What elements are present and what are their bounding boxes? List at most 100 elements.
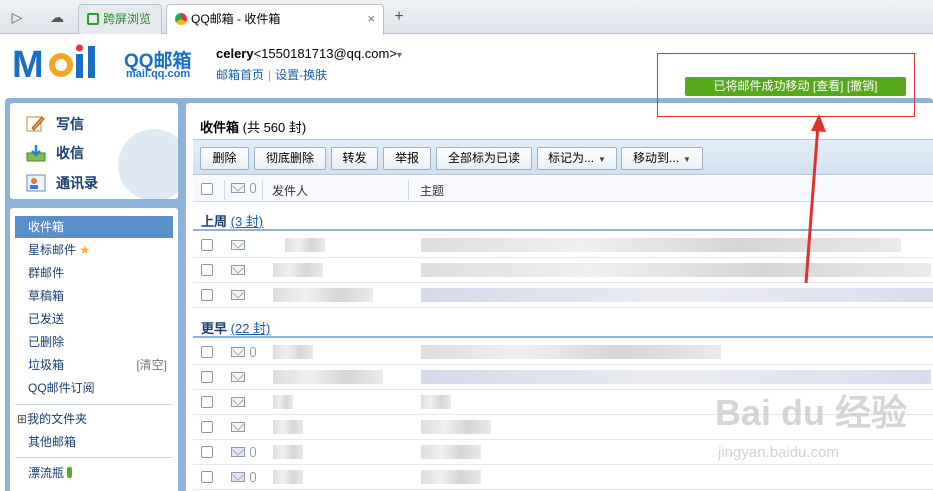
chevron-down-icon[interactable]: ▾ <box>397 50 402 61</box>
folder-inbox[interactable]: 收件箱 <box>15 216 173 238</box>
table-row[interactable] <box>193 340 933 365</box>
folder-label: 垃圾箱 <box>28 358 65 372</box>
contacts-button[interactable]: 通讯录 <box>26 172 98 194</box>
row-checkbox[interactable] <box>201 421 213 433</box>
folder-my-folders[interactable]: ⊞我的文件夹 <box>15 408 173 430</box>
mark-as-label: 标记为... <box>548 151 595 165</box>
blurred-sender <box>273 395 293 409</box>
group-count-link[interactable]: (3 封) <box>231 214 264 229</box>
divider <box>224 180 225 200</box>
brand-domain: mail.qq.com <box>126 68 191 80</box>
purge-button[interactable]: 彻底删除 <box>254 147 326 170</box>
svg-text:M: M <box>12 44 44 84</box>
skin-link[interactable]: 换肤 <box>303 68 327 82</box>
move-success-notice: 已将邮件成功移动 [查看] [撤销] <box>685 77 906 96</box>
envelope-icon <box>231 397 245 407</box>
table-row[interactable] <box>193 283 933 308</box>
bottle-icon <box>67 467 73 478</box>
baidu-watermark-url: jingyan.baidu.com <box>718 444 839 461</box>
contacts-icon <box>26 174 46 192</box>
user-account[interactable]: celery<1550181713@qq.com>▾ <box>216 46 402 61</box>
folder-starred[interactable]: 星标邮件 ★ <box>15 239 173 261</box>
compose-label: 写信 <box>56 116 84 132</box>
blurred-subject <box>421 445 481 459</box>
phone-icon <box>87 13 99 25</box>
folder-deleted[interactable]: 已删除 <box>15 331 173 353</box>
mark-all-read-button[interactable]: 全部标为已读 <box>436 147 532 170</box>
close-tab-icon[interactable]: × <box>367 5 375 33</box>
user-nav: 邮箱首页 | 设置-换肤 <box>216 66 327 83</box>
envelope-icon <box>231 290 245 300</box>
row-checkbox[interactable] <box>201 346 213 358</box>
mark-as-dropdown[interactable]: 标记为... ▼ <box>537 147 617 170</box>
folder-label: 已发送 <box>28 312 65 326</box>
report-button[interactable]: 举报 <box>383 147 431 170</box>
baidu-watermark: Bai du 经验 <box>715 392 908 433</box>
group-count-link[interactable]: (22 封) <box>231 321 271 336</box>
compose-button[interactable]: 写信 <box>26 113 84 135</box>
new-tab-button[interactable]: + <box>388 6 410 28</box>
folder-label: 我的文件夹 <box>27 412 88 426</box>
blurred-sender <box>273 370 383 384</box>
forwarded-envelope-icon <box>231 447 245 457</box>
table-row[interactable] <box>193 258 933 283</box>
mailbox-home-link[interactable]: 邮箱首页 <box>216 68 264 82</box>
move-to-label: 移动到... <box>633 151 680 165</box>
receive-label: 收信 <box>56 145 84 161</box>
row-checkbox[interactable] <box>201 446 213 458</box>
folder-subscriptions[interactable]: QQ邮件订阅 <box>15 377 173 399</box>
sidebar-toggle-icon[interactable]: ▷ <box>6 7 28 27</box>
folder-spam[interactable]: 垃圾箱 [清空] <box>15 354 173 376</box>
receive-button[interactable]: 收信 <box>26 142 84 164</box>
row-checkbox[interactable] <box>201 239 213 251</box>
blurred-subject <box>421 263 931 277</box>
column-subject[interactable]: 主题 <box>420 182 444 199</box>
envelope-icon <box>231 347 245 357</box>
folder-label: 群邮件 <box>28 266 65 280</box>
blurred-subject <box>421 370 931 384</box>
folder-drafts[interactable]: 草稿箱 <box>15 285 173 307</box>
move-to-dropdown[interactable]: 移动到... ▼ <box>621 147 703 170</box>
row-checkbox[interactable] <box>201 396 213 408</box>
folder-label: 其他邮箱 <box>28 435 77 449</box>
browser-logo-icon <box>175 13 187 25</box>
blurred-subject <box>421 345 721 359</box>
folder-drift-bottle[interactable]: 漂流瓶 <box>15 462 173 484</box>
browser-tab-bar: ▷ ☁ 跨屏浏览 QQ邮箱 - 收件箱 × + <box>0 0 933 35</box>
blurred-sender <box>285 238 325 252</box>
attachment-icon <box>250 472 256 482</box>
table-row[interactable] <box>193 465 933 490</box>
row-checkbox[interactable] <box>201 371 213 383</box>
attachment-icon <box>250 183 256 193</box>
folder-group-mail[interactable]: 群邮件 <box>15 262 173 284</box>
row-checkbox[interactable] <box>201 471 213 483</box>
group-earlier: 更早 (22 封) <box>201 318 270 337</box>
row-checkbox[interactable] <box>201 289 213 301</box>
folder-label: 收件箱 <box>28 220 65 234</box>
folder-sent[interactable]: 已发送 <box>15 308 173 330</box>
cloud-icon[interactable]: ☁ <box>46 7 68 27</box>
table-row[interactable] <box>193 233 933 258</box>
tab-cross-screen[interactable]: 跨屏浏览 <box>78 4 162 34</box>
select-all-checkbox[interactable] <box>201 183 213 195</box>
blurred-sender <box>273 263 323 277</box>
folder-other-mail[interactable]: 其他邮箱 <box>15 431 173 453</box>
folder-label: 漂流瓶 <box>28 466 65 480</box>
receive-icon <box>26 145 46 162</box>
row-checkbox[interactable] <box>201 264 213 276</box>
group-label: 上周 <box>201 214 228 229</box>
tab-qq-mail[interactable]: QQ邮箱 - 收件箱 × <box>166 4 384 35</box>
expand-icon[interactable]: ⊞ <box>17 412 27 426</box>
notice-view-link[interactable]: [查看] <box>813 79 844 93</box>
star-icon: ★ <box>79 243 91 257</box>
blurred-sender <box>273 420 303 434</box>
forward-button[interactable]: 转发 <box>331 147 378 170</box>
mail-logo-icon[interactable]: M <box>12 44 120 84</box>
notice-undo-link[interactable]: [撤销] <box>847 79 878 93</box>
empty-spam-link[interactable]: [清空] <box>136 354 167 376</box>
settings-link[interactable]: 设置 <box>275 68 299 82</box>
column-sender[interactable]: 发件人 <box>272 182 308 199</box>
divider <box>408 180 409 200</box>
blurred-sender <box>273 445 303 459</box>
delete-button[interactable]: 删除 <box>200 147 249 170</box>
